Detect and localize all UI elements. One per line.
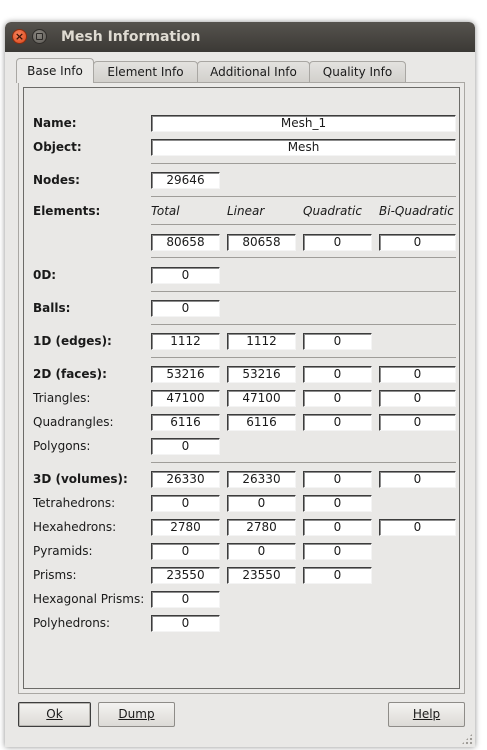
tab-additional-info[interactable]: Additional Info — [197, 61, 310, 82]
pyramids-total[interactable]: 0 — [151, 543, 220, 560]
nodes-label: Nodes: — [33, 173, 80, 187]
close-icon[interactable]: × — [12, 29, 27, 44]
hexahedrons-bi-quadratic[interactable]: 0 — [379, 519, 456, 536]
volumes-quadratic[interactable]: 0 — [303, 471, 372, 488]
zero-d-label: 0D: — [33, 268, 57, 282]
triangles-total[interactable]: 47100 — [151, 390, 220, 407]
triangles-quadratic[interactable]: 0 — [303, 390, 372, 407]
prisms-quadratic[interactable]: 0 — [303, 567, 372, 584]
base-info-panel: Name: Mesh_1 Object: Mesh Nodes: 29646 E… — [23, 87, 460, 689]
tetrahedrons-total[interactable]: 0 — [151, 495, 220, 512]
balls-value[interactable]: 0 — [151, 300, 220, 317]
polyhedrons-label: Polyhedrons: — [33, 616, 111, 630]
elements-bi-quadratic[interactable]: 0 — [379, 234, 456, 251]
separator — [151, 357, 456, 358]
zero-d-value[interactable]: 0 — [151, 267, 220, 284]
prisms-total[interactable]: 23550 — [151, 567, 220, 584]
separator — [151, 462, 456, 463]
edges-linear[interactable]: 1112 — [227, 333, 296, 350]
hexagonal-prisms-label: Hexagonal Prisms: — [33, 592, 145, 606]
polyhedrons-value[interactable]: 0 — [151, 615, 220, 632]
header-quadratic: Quadratic — [303, 204, 362, 218]
quadrangles-label: Quadrangles: — [33, 415, 114, 429]
elements-quadratic[interactable]: 0 — [303, 234, 372, 251]
elements-linear[interactable]: 80658 — [227, 234, 296, 251]
pyramids-label: Pyramids: — [33, 544, 93, 558]
mesh-information-dialog: × Mesh Information Base Info Element Inf… — [5, 22, 475, 747]
title-bar[interactable]: × Mesh Information — [5, 22, 475, 52]
quadrangles-bi-quadratic[interactable]: 0 — [379, 414, 456, 431]
pyramids-linear[interactable]: 0 — [227, 543, 296, 560]
volumes-linear[interactable]: 26330 — [227, 471, 296, 488]
triangles-bi-quadratic[interactable]: 0 — [379, 390, 456, 407]
faces-2d-label: 2D (faces): — [33, 367, 107, 381]
object-field[interactable]: Mesh — [151, 139, 456, 156]
tab-quality-info[interactable]: Quality Info — [309, 61, 406, 82]
resize-grip-icon[interactable] — [461, 733, 473, 745]
ok-button[interactable]: Ok — [18, 702, 91, 727]
edges-quadratic[interactable]: 0 — [303, 333, 372, 350]
separator — [151, 163, 456, 164]
separator — [151, 196, 456, 197]
name-label: Name: — [33, 116, 77, 130]
separator — [151, 324, 456, 325]
edges-1d-label: 1D (edges): — [33, 334, 112, 348]
quadrangles-quadratic[interactable]: 0 — [303, 414, 372, 431]
window-title: Mesh Information — [61, 29, 201, 45]
object-label: Object: — [33, 140, 82, 154]
hexahedrons-label: Hexahedrons: — [33, 520, 117, 534]
tab-base-info[interactable]: Base Info — [16, 58, 94, 83]
prisms-linear[interactable]: 23550 — [227, 567, 296, 584]
elements-total[interactable]: 80658 — [151, 234, 220, 251]
quadrangles-total[interactable]: 6116 — [151, 414, 220, 431]
help-button[interactable]: Help — [388, 702, 465, 727]
header-total: Total — [151, 204, 180, 218]
triangles-linear[interactable]: 47100 — [227, 390, 296, 407]
hexahedrons-linear[interactable]: 2780 — [227, 519, 296, 536]
polygons-label: Polygons: — [33, 439, 91, 453]
faces-bi-quadratic[interactable]: 0 — [379, 366, 456, 383]
edges-total[interactable]: 1112 — [151, 333, 220, 350]
polygons-value[interactable]: 0 — [151, 438, 220, 455]
balls-label: Balls: — [33, 301, 71, 315]
dump-button[interactable]: Dump — [98, 702, 175, 727]
separator — [151, 257, 456, 258]
hexahedrons-quadratic[interactable]: 0 — [303, 519, 372, 536]
tetrahedrons-label: Tetrahedrons: — [33, 496, 116, 510]
volumes-3d-label: 3D (volumes): — [33, 472, 128, 486]
faces-linear[interactable]: 53216 — [227, 366, 296, 383]
hexagonal-prisms-value[interactable]: 0 — [151, 591, 220, 608]
triangles-label: Triangles: — [33, 391, 91, 405]
minimize-icon[interactable] — [32, 29, 47, 44]
name-field[interactable]: Mesh_1 — [151, 115, 456, 132]
prisms-label: Prisms: — [33, 568, 77, 582]
faces-quadratic[interactable]: 0 — [303, 366, 372, 383]
header-bi-quadratic: Bi-Quadratic — [379, 204, 454, 218]
nodes-value[interactable]: 29646 — [151, 172, 220, 189]
tab-element-info[interactable]: Element Info — [93, 61, 198, 82]
tetrahedrons-linear[interactable]: 0 — [227, 495, 296, 512]
faces-total[interactable]: 53216 — [151, 366, 220, 383]
elements-label: Elements: — [33, 204, 101, 218]
volumes-total[interactable]: 26330 — [151, 471, 220, 488]
hexahedrons-total[interactable]: 2780 — [151, 519, 220, 536]
separator — [151, 291, 456, 292]
pyramids-quadratic[interactable]: 0 — [303, 543, 372, 560]
volumes-bi-quadratic[interactable]: 0 — [379, 471, 456, 488]
header-linear: Linear — [227, 204, 265, 218]
tetrahedrons-quadratic[interactable]: 0 — [303, 495, 372, 512]
quadrangles-linear[interactable]: 6116 — [227, 414, 296, 431]
separator — [151, 224, 456, 225]
